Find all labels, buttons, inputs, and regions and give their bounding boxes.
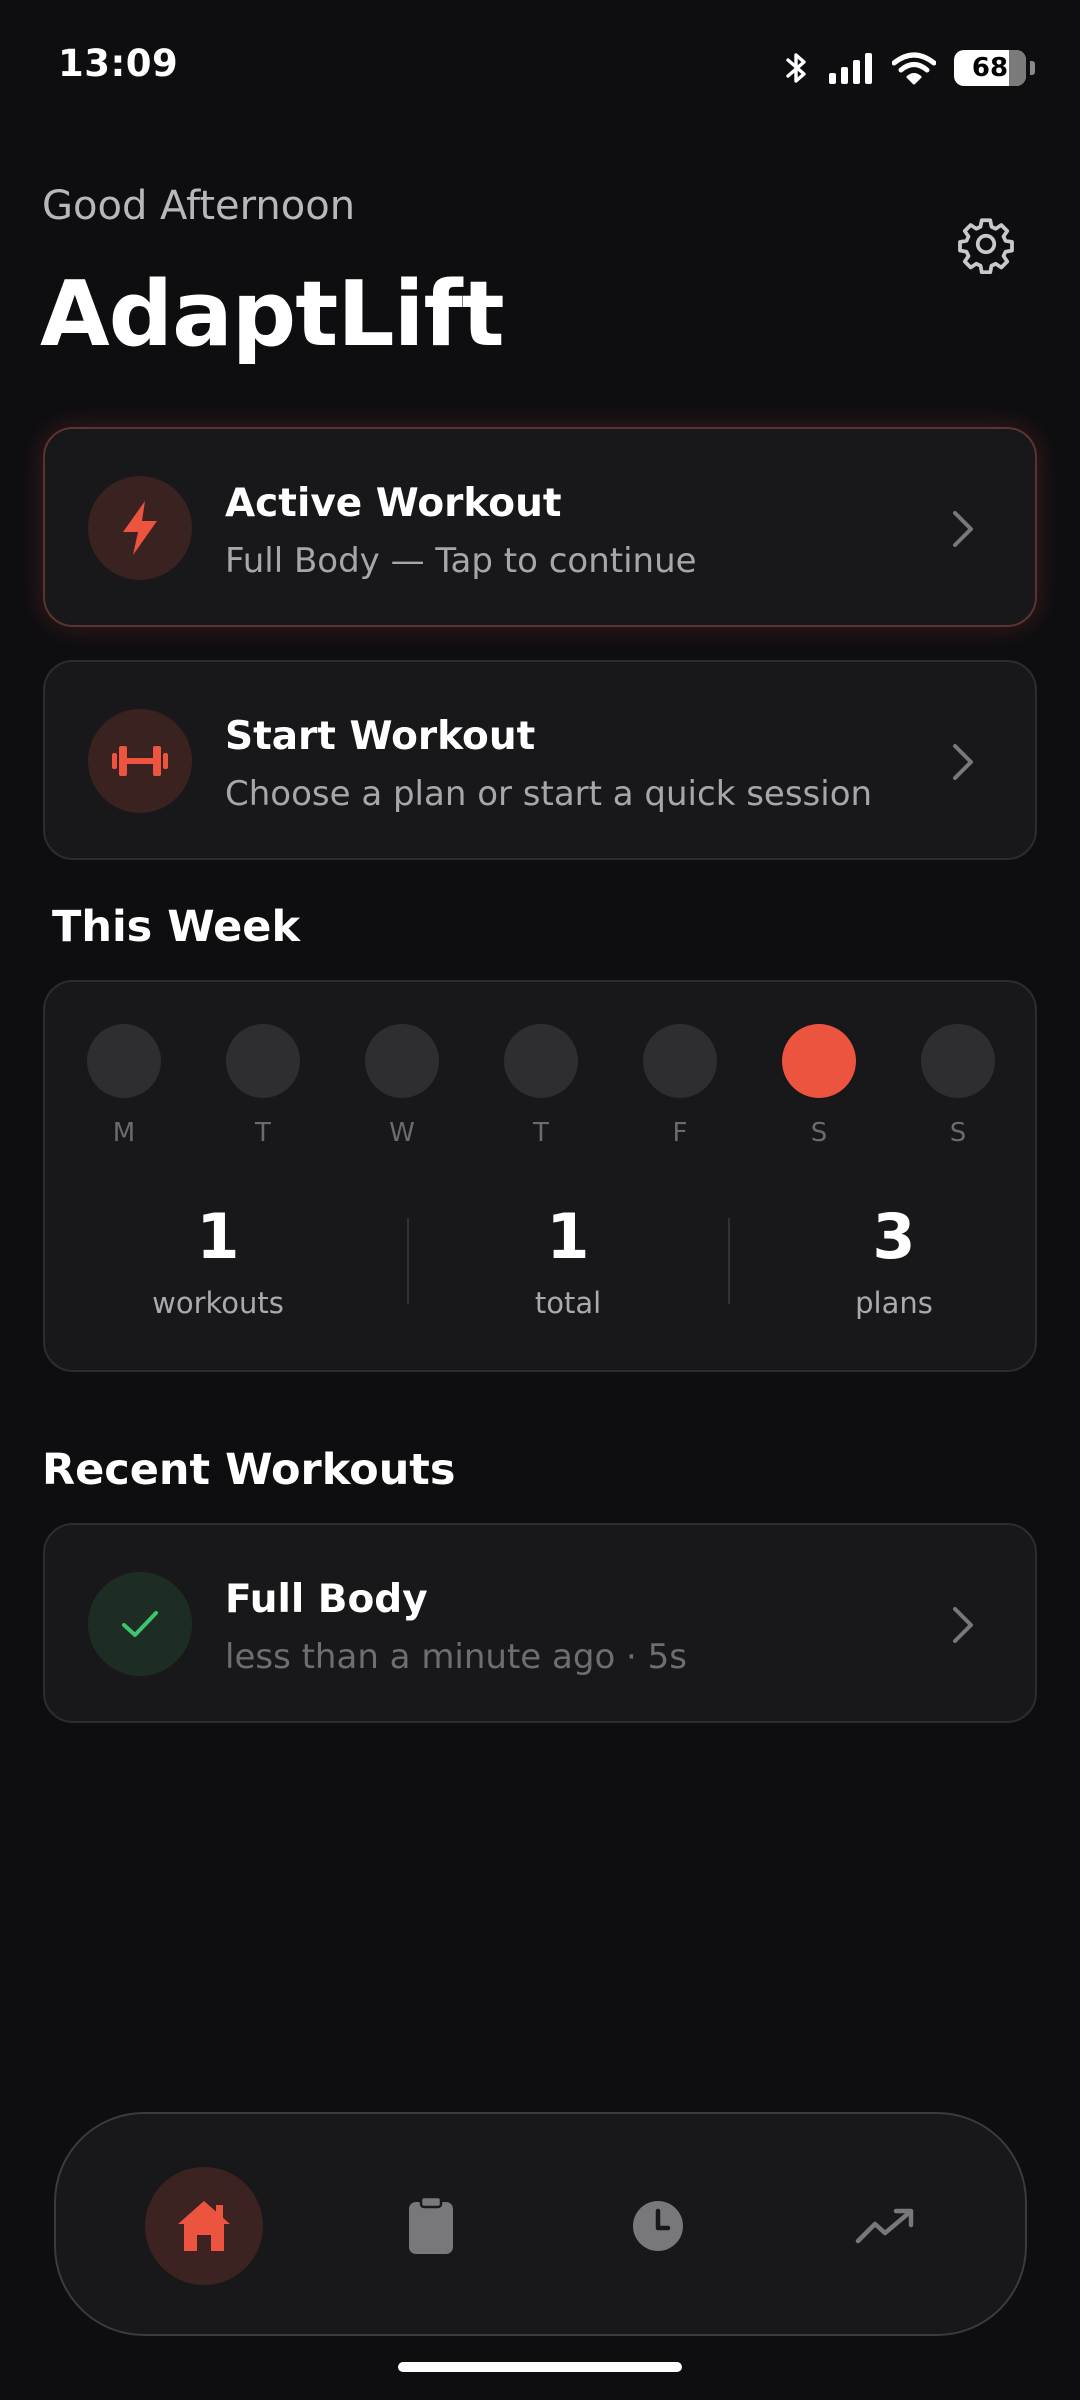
stat-divider [407,1218,409,1304]
this-week-title: This Week [52,902,301,952]
start-workout-card[interactable]: Start Workout Choose a plan or start a q… [43,660,1037,860]
chevron-right-icon [953,1607,973,1643]
checkmark-icon [122,1611,158,1637]
stat-value: 1 [546,1200,590,1273]
stat-workouts: 1 workouts [98,1200,338,1321]
stat-plans: 3 plans [774,1200,1014,1321]
stat-label: workouts [152,1286,284,1320]
status-time: 13:09 [58,42,179,85]
day-tuesday[interactable]: T [225,1024,301,1148]
active-workout-subtitle: Full Body — Tap to continue [225,541,697,581]
day-indicator [226,1024,300,1098]
settings-button[interactable] [950,208,1022,280]
day-label: F [672,1118,688,1148]
recent-workout-subtitle: less than a minute ago · 5s [225,1637,688,1677]
greeting-text: Good Afternoon [42,183,356,229]
gear-icon [958,218,1014,274]
day-friday[interactable]: F [642,1024,718,1148]
stat-value: 3 [872,1200,916,1273]
day-label: S [949,1118,967,1148]
day-indicator [504,1024,578,1098]
status-icons: 68 [784,44,1035,92]
stat-label: plans [855,1286,933,1320]
day-monday[interactable]: M [86,1024,162,1148]
recent-workouts-title: Recent Workouts [42,1445,456,1495]
active-workout-icon-badge [88,476,192,580]
completed-icon-badge [88,1572,192,1676]
day-indicator [921,1024,995,1098]
day-sunday[interactable]: S [920,1024,996,1148]
nav-plans[interactable] [372,2167,490,2285]
clipboard-icon [409,2196,453,2254]
start-workout-title: Start Workout [225,714,536,759]
day-indicator [643,1024,717,1098]
chevron-right-icon [953,744,973,780]
status-bar: 13:09 68 [0,0,1080,130]
recent-workout-item[interactable]: Full Body less than a minute ago · 5s [43,1523,1037,1723]
stat-divider [728,1218,730,1304]
app-screen: 13:09 68 Good Afternoon AdaptLift Active… [0,0,1080,2400]
nav-history[interactable] [599,2167,717,2285]
stat-total: 1 total [448,1200,688,1321]
this-week-card: M T W T F S S 1 workouts 1 total 3 plans [43,980,1037,1372]
trending-up-icon [855,2208,914,2244]
start-workout-icon-badge [88,709,192,813]
day-label: S [810,1118,828,1148]
battery-icon: 68 [954,50,1035,86]
signal-icon [829,53,872,84]
nav-progress[interactable] [826,2167,944,2285]
day-indicator [365,1024,439,1098]
day-indicator-completed [782,1024,856,1098]
home-icon [178,2201,230,2251]
active-workout-card[interactable]: Active Workout Full Body — Tap to contin… [43,427,1037,627]
stat-label: total [534,1286,602,1320]
day-label: T [533,1118,549,1148]
nav-home[interactable] [145,2167,263,2285]
stat-value: 1 [196,1200,240,1273]
home-indicator[interactable] [398,2362,682,2372]
day-thursday[interactable]: T [503,1024,579,1148]
bluetooth-icon [786,53,806,83]
day-wednesday[interactable]: W [364,1024,440,1148]
lightning-bolt-icon [123,501,157,555]
recent-workout-title: Full Body [225,1577,428,1622]
dumbbell-icon [112,746,168,776]
day-label: M [112,1118,136,1148]
day-label: W [389,1118,415,1148]
active-workout-title: Active Workout [225,481,562,526]
day-saturday[interactable]: S [781,1024,857,1148]
day-label: T [255,1118,271,1148]
app-title: AdaptLift [40,262,505,367]
wifi-icon [892,52,936,85]
start-workout-subtitle: Choose a plan or start a quick session [225,774,873,814]
chevron-right-icon [953,511,973,547]
battery-level: 68 [971,53,1009,83]
day-indicator [87,1024,161,1098]
bottom-nav [54,2112,1027,2336]
clock-icon [633,2201,683,2251]
